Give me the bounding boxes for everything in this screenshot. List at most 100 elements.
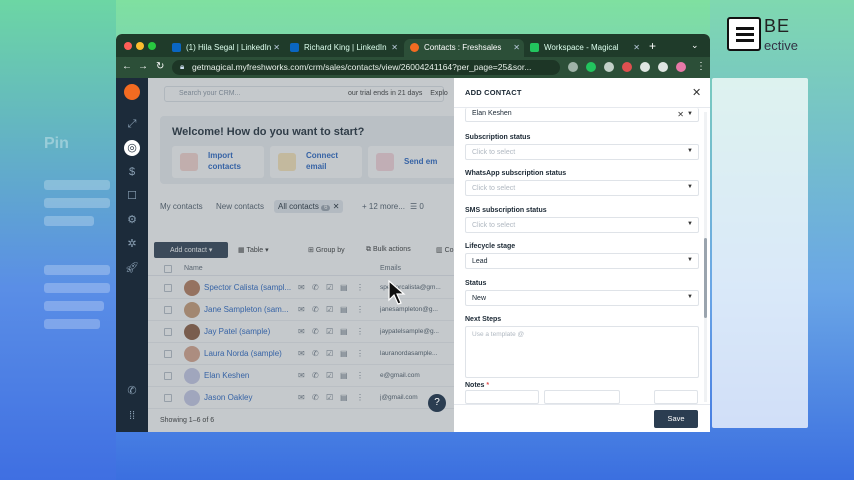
subscription-status-label: Subscription status — [465, 134, 531, 141]
background-blurred-heading: Pin — [44, 135, 69, 152]
left-nav-rail: ⤢ ◎ $ ☐ ⚙ ✲ 🚀︎ ✆ ⁞⁞ — [116, 78, 148, 432]
address-bar[interactable]: 🔒︎ getmagical.myfreshworks.com/crm/sales… — [172, 60, 560, 75]
close-icon[interactable]: ✕ — [692, 86, 701, 99]
freshsales-logo-icon[interactable] — [124, 84, 140, 100]
browser-tab-magical[interactable]: Workspace - Magical ✕ — [524, 39, 644, 57]
apps-grid-icon[interactable]: ⁞⁞ — [124, 408, 140, 424]
background-blurred-line — [44, 265, 110, 275]
next-steps-label: Next Steps — [465, 316, 502, 323]
select-placeholder: Click to select — [472, 185, 516, 192]
save-button[interactable]: Save — [654, 410, 698, 428]
close-window-button[interactable] — [124, 42, 132, 50]
new-tab-button[interactable]: + — [649, 39, 656, 53]
select-value: Lead — [472, 258, 488, 265]
chevron-down-icon: ▼ — [687, 184, 693, 190]
modal-backdrop[interactable] — [148, 78, 454, 432]
lock-icon: 🔒︎ — [180, 62, 185, 71]
owner-select[interactable]: Elan Keshen ✕ ▼ — [465, 108, 699, 122]
status-label: Status — [465, 280, 487, 287]
chevron-down-icon: ▼ — [687, 111, 693, 117]
browser-toolbar: ← → ↻ 🔒︎ getmagical.myfreshworks.com/crm… — [116, 57, 710, 78]
sidebar-icon[interactable] — [658, 62, 668, 72]
deals-icon[interactable]: $ — [124, 164, 140, 180]
magical-icon — [530, 43, 539, 52]
scrollbar-thumb[interactable] — [704, 238, 707, 318]
close-icon[interactable]: ✕ — [513, 43, 520, 52]
tab-label: (1) Hila Segal | LinkedIn — [186, 43, 272, 52]
forward-icon[interactable]: → — [138, 61, 148, 72]
background-blurred-line — [44, 180, 110, 190]
chevron-down-icon: ▼ — [687, 148, 693, 154]
rocket-icon[interactable]: 🚀︎ — [124, 260, 140, 276]
freshsales-app: ⤢ ◎ $ ☐ ⚙ ✲ 🚀︎ ✆ ⁞⁞ Search your CRM... o… — [116, 78, 710, 432]
owner-value: Elan Keshen — [472, 110, 512, 117]
browser-tab-linkedin-richard[interactable]: Richard King | LinkedIn ✕ — [284, 39, 402, 57]
browser-tab-linkedin-hila[interactable]: (1) Hila Segal | LinkedIn ✕ — [166, 39, 284, 57]
tab-label: Workspace - Magical — [544, 43, 619, 52]
mouse-cursor-icon — [388, 280, 406, 305]
avatar[interactable] — [676, 62, 686, 72]
panel-header: ADD CONTACT ✕ — [454, 78, 710, 108]
tab-label: Contacts : Freshsales — [424, 43, 502, 52]
settings-icon[interactable]: ✲ — [124, 236, 140, 252]
subscription-status-select[interactable]: Click to select ▼ — [465, 144, 699, 160]
background-blurred-line — [44, 283, 110, 293]
next-steps-textarea[interactable]: Use a template @ — [465, 326, 699, 378]
browser-tab-bar: (1) Hila Segal | LinkedIn ✕ Richard King… — [116, 34, 710, 57]
notes-input[interactable] — [654, 390, 698, 404]
select-placeholder: Click to select — [472, 149, 516, 156]
browser-window: (1) Hila Segal | LinkedIn ✕ Richard King… — [116, 34, 710, 432]
notes-input[interactable] — [544, 390, 620, 404]
clear-icon[interactable]: ✕ — [677, 110, 684, 119]
chevron-down-icon[interactable]: ⌄ — [691, 40, 699, 51]
panel-footer: Save — [454, 404, 710, 432]
back-icon[interactable]: ← — [122, 61, 132, 72]
url-text: getmagical.myfreshworks.com/crm/sales/co… — [192, 62, 532, 72]
background-blurred-line — [44, 198, 110, 208]
whatsapp-subscription-status-select[interactable]: Click to select ▼ — [465, 180, 699, 196]
chevron-down-icon: ▼ — [687, 294, 693, 300]
close-icon[interactable]: ✕ — [391, 43, 398, 52]
extension-icon[interactable] — [622, 62, 632, 72]
help-button[interactable]: ? — [428, 394, 446, 412]
close-icon[interactable]: ✕ — [633, 43, 640, 52]
background-blurred-panel — [712, 78, 808, 428]
textarea-placeholder: Use a template @ — [472, 331, 525, 338]
lifecycle-stage-select[interactable]: Lead ▼ — [465, 253, 699, 269]
kebab-menu-icon[interactable]: ⋮ — [696, 61, 706, 72]
chevron-down-icon: ▼ — [687, 257, 693, 263]
sms-subscription-status-select[interactable]: Click to select ▼ — [465, 217, 699, 233]
minimize-window-button[interactable] — [136, 42, 144, 50]
dashboard-icon[interactable]: ⤢ — [124, 116, 140, 132]
close-icon[interactable]: ✕ — [273, 43, 280, 52]
magical-extension-icon[interactable] — [586, 62, 596, 72]
puzzle-icon[interactable] — [640, 62, 650, 72]
sequences-icon[interactable]: ⚙ — [124, 212, 140, 228]
lifecycle-stage-label: Lifecycle stage — [465, 243, 516, 250]
extension-icon[interactable] — [604, 62, 614, 72]
brand-logo-subtext: ective — [764, 38, 798, 53]
maximize-window-button[interactable] — [148, 42, 156, 50]
select-placeholder: Click to select — [472, 222, 516, 229]
background-blurred-line — [44, 301, 104, 311]
whatsapp-subscription-status-label: WhatsApp subscription status — [465, 170, 567, 177]
panel-title: ADD CONTACT — [465, 88, 522, 97]
contacts-icon[interactable]: ◎ — [124, 140, 140, 156]
sms-subscription-status-label: SMS subscription status — [465, 207, 547, 214]
phone-icon[interactable]: ✆ — [124, 383, 140, 399]
tab-label: Richard King | LinkedIn — [304, 43, 387, 52]
conversations-icon[interactable]: ☐ — [124, 188, 140, 204]
extension-icon[interactable] — [568, 62, 578, 72]
status-select[interactable]: New ▼ — [465, 290, 699, 306]
add-contact-panel: ADD CONTACT ✕ Elan Keshen ✕ ▼ Subscripti… — [454, 78, 710, 432]
brand-logo-icon — [727, 17, 761, 51]
chevron-down-icon: ▼ — [687, 221, 693, 227]
notes-input[interactable] — [465, 390, 539, 404]
brand-logo-text: BE — [764, 16, 791, 36]
browser-tab-freshsales[interactable]: Contacts : Freshsales ✕ — [404, 39, 524, 57]
background-left: Pin — [0, 0, 116, 480]
freshsales-icon — [410, 43, 419, 52]
linkedin-icon — [172, 43, 181, 52]
notes-label: Notes * — [465, 382, 490, 389]
reload-icon[interactable]: ↻ — [156, 61, 164, 72]
